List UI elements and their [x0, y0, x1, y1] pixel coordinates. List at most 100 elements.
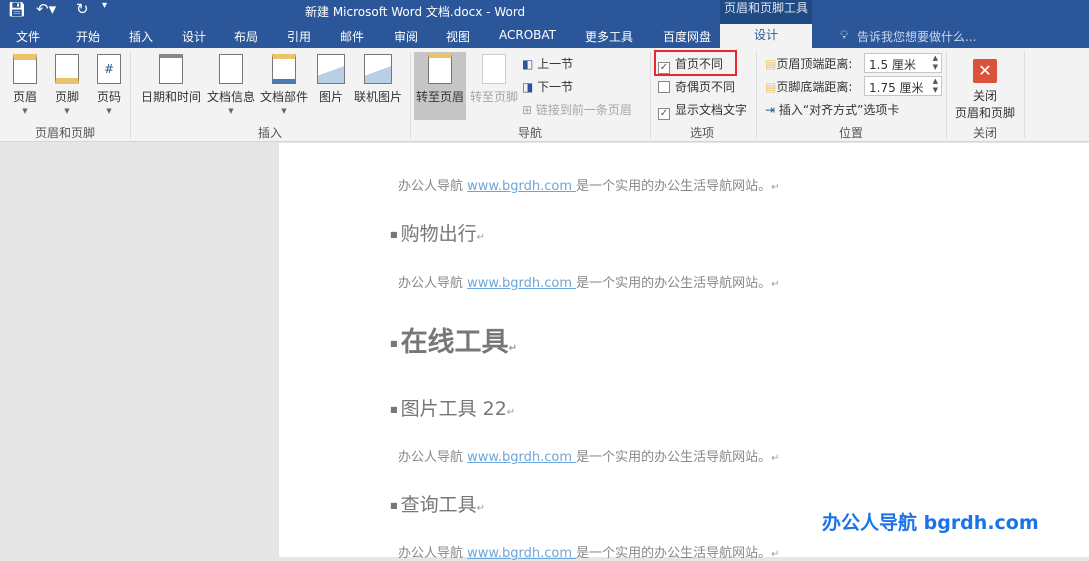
- paragraph[interactable]: 办公人导航 www.bgrdh.com 是一个实用的办公生活导航网站。↵: [398, 446, 780, 465]
- watermark: 办公人导航 bgrdh.com: [822, 512, 1039, 534]
- label: 上一节: [537, 57, 574, 71]
- checkbox-unchecked[interactable]: [658, 81, 670, 93]
- tab-hf-design[interactable]: 设计: [720, 24, 812, 48]
- tab-mailings[interactable]: 邮件: [340, 28, 364, 45]
- footer-button[interactable]: 页脚 ▼: [50, 54, 84, 115]
- tab-references[interactable]: 引用: [287, 28, 311, 45]
- link-icon: ⊞: [522, 103, 533, 117]
- previous-section-button[interactable]: ◧ 上一节: [522, 55, 573, 72]
- divider: [1024, 52, 1025, 138]
- picture-icon: [317, 54, 345, 84]
- value: 1.75 厘米: [869, 81, 924, 95]
- tab-design[interactable]: 设计: [182, 28, 206, 45]
- group-label: 关闭: [972, 126, 997, 140]
- save-icon[interactable]: 💾︎: [8, 2, 26, 18]
- value: 1.5 厘米: [869, 58, 916, 72]
- goto-footer-icon: [482, 54, 506, 84]
- highlight-box: [654, 50, 737, 76]
- tab-view[interactable]: 视图: [446, 28, 470, 45]
- tab-review[interactable]: 审阅: [394, 28, 418, 45]
- page-number-icon: #: [97, 54, 121, 84]
- goto-header-button[interactable]: 转至页眉: [414, 52, 466, 120]
- show-document-text-checkbox[interactable]: ✓ 显示文档文字: [658, 101, 747, 120]
- close-header-footer-button[interactable]: ✕ 关闭 页眉和页脚: [950, 54, 1020, 121]
- doc-info-button[interactable]: 文档信息 ▼: [205, 54, 257, 115]
- link[interactable]: www.bgrdh.com: [467, 450, 576, 465]
- footer-bottom-label: ▤页脚底端距离:: [765, 78, 852, 95]
- date-time-button[interactable]: 日期和时间: [138, 54, 204, 105]
- link[interactable]: www.bgrdh.com: [467, 276, 576, 291]
- ribbon-tabs: 文件 开始 插入 设计 布局 引用 邮件 审阅 视图 ACROBAT 更多工具 …: [0, 24, 1089, 48]
- calendar-icon: [159, 54, 183, 84]
- label: 转至页脚: [469, 90, 518, 104]
- heading[interactable]: ■ 图片工具 22↵: [390, 394, 515, 421]
- tab-file[interactable]: 文件: [16, 28, 40, 45]
- heading[interactable]: ■ 在线工具↵: [390, 320, 517, 359]
- quick-parts-button[interactable]: 文档部件 ▼: [258, 54, 310, 115]
- online-picture-icon: [364, 54, 392, 84]
- tab-baidu[interactable]: 百度网盘: [663, 28, 711, 45]
- goto-footer-button[interactable]: 转至页脚: [468, 54, 520, 105]
- label: 页眉顶端距离:: [776, 57, 853, 71]
- undo-icon[interactable]: ↶▾: [36, 0, 56, 18]
- picture-button[interactable]: 图片: [314, 54, 348, 105]
- label: 文档信息: [206, 90, 255, 104]
- label: 联机图片: [353, 90, 402, 104]
- paragraph[interactable]: 办公人导航 www.bgrdh.com 是一个实用的办公生活导航网站。↵: [398, 272, 780, 291]
- context-tab-group: 页眉和页脚工具: [720, 0, 812, 24]
- doc-info-icon: [219, 54, 243, 84]
- label: 页眉: [12, 90, 37, 104]
- header-distance-icon: ▤: [765, 57, 777, 71]
- tell-me-icon: 💡︎: [840, 28, 849, 42]
- paragraph[interactable]: 办公人导航 www.bgrdh.com 是一个实用的办公生活导航网站。↵: [398, 175, 780, 194]
- previous-icon: ◧: [522, 57, 534, 71]
- header-icon: [13, 54, 37, 84]
- next-icon: ◨: [522, 80, 534, 94]
- group-label: 插入: [257, 126, 282, 140]
- footer-distance-input[interactable]: 1.75 厘米 ▲ ▼: [864, 76, 942, 96]
- checkbox-checked[interactable]: ✓: [658, 108, 670, 120]
- group-label: 位置: [838, 126, 863, 140]
- tab-more-tools[interactable]: 更多工具: [585, 28, 633, 45]
- label: 页脚: [54, 90, 79, 104]
- label: 链接到前一条页眉: [535, 103, 632, 117]
- insert-alignment-tab-button[interactable]: ⇥ 插入“对齐方式”选项卡: [765, 101, 899, 118]
- next-section-button[interactable]: ◨ 下一节: [522, 78, 573, 95]
- alignment-tab-icon: ⇥: [765, 103, 776, 117]
- label: 转至页眉: [415, 90, 464, 104]
- label: 文档部件: [259, 90, 308, 104]
- label: 页眉和页脚: [954, 106, 1015, 120]
- label: 页码: [96, 90, 121, 104]
- label: 图片: [318, 90, 343, 104]
- close-icon: ✕: [973, 59, 997, 83]
- link[interactable]: www.bgrdh.com: [467, 546, 576, 561]
- customize-icon[interactable]: ▾: [102, 0, 107, 11]
- tab-layout[interactable]: 布局: [234, 28, 258, 45]
- heading[interactable]: ■ 购物出行↵: [390, 219, 485, 246]
- label: 插入“对齐方式”选项卡: [778, 103, 900, 117]
- spinner-arrows[interactable]: ▲ ▼: [933, 77, 938, 95]
- window-title: 新建 Microsoft Word 文档.docx - Word: [305, 5, 526, 19]
- link[interactable]: www.bgrdh.com: [467, 179, 576, 194]
- repeat-icon[interactable]: ↻: [76, 0, 89, 18]
- tab-home[interactable]: 开始: [76, 28, 100, 45]
- paragraph[interactable]: 办公人导航 www.bgrdh.com 是一个实用的办公生活导航网站。↵: [398, 542, 780, 561]
- ribbon: 页眉 ▼ 页脚 ▼ # 页码 ▼ 页眉和页脚 日期和时间 文档信息 ▼ 文档部件 ▼ 图片 …: [0, 48, 1089, 142]
- title-bar: 💾︎ ↶▾ ↻ ▾ 新建 Microsoft Word 文档.docx - Wo…: [0, 0, 1089, 24]
- group-label: 选项: [689, 126, 714, 140]
- quick-parts-icon: [272, 54, 296, 84]
- label: 下一节: [537, 80, 574, 94]
- tab-acrobat[interactable]: ACROBAT: [499, 28, 556, 42]
- header-top-label: ▤页眉顶端距离:: [765, 55, 852, 72]
- header-distance-input[interactable]: 1.5 厘米 ▲ ▼: [864, 53, 942, 73]
- label: 显示文档文字: [675, 103, 748, 117]
- header-button[interactable]: 页眉 ▼: [8, 54, 42, 115]
- heading[interactable]: ■ 查询工具↵: [390, 490, 485, 517]
- online-picture-button[interactable]: 联机图片: [352, 54, 404, 105]
- link-previous-button[interactable]: ⊞ 链接到前一条页眉: [522, 101, 632, 118]
- page-number-button[interactable]: # 页码 ▼: [92, 54, 126, 115]
- tab-insert[interactable]: 插入: [129, 28, 153, 45]
- different-odd-even-checkbox[interactable]: 奇偶页不同: [658, 78, 735, 95]
- spinner-arrows[interactable]: ▲ ▼: [933, 54, 938, 72]
- tell-me-input[interactable]: 告诉我您想要做什么...: [857, 28, 976, 45]
